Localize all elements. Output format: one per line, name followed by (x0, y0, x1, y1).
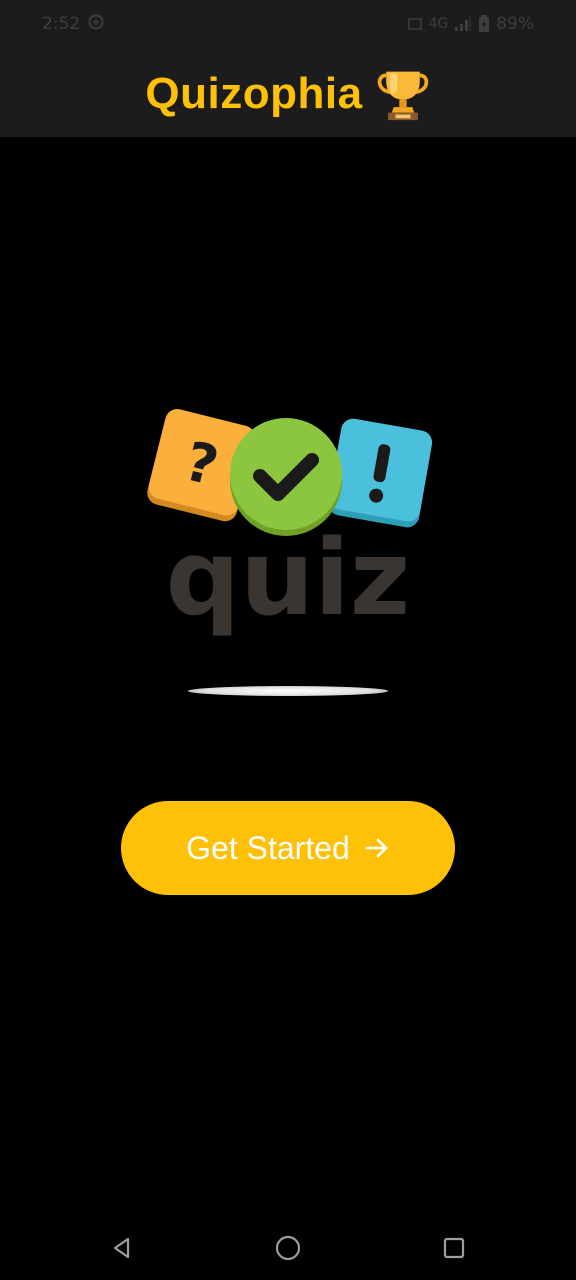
recents-icon (443, 1237, 465, 1259)
volte-icon (408, 18, 423, 30)
quiz-logo: ? quiz (147, 409, 433, 639)
app-title: Quizophia (145, 68, 363, 118)
app-bar: Quizophia (0, 50, 576, 137)
back-button[interactable] (104, 1230, 140, 1266)
sync-icon (88, 14, 104, 30)
exclaim-badge (328, 418, 433, 528)
signal-icon (455, 17, 472, 31)
back-icon (113, 1237, 130, 1259)
battery-percent: 89% (496, 14, 534, 34)
app-title-group: Quizophia (145, 66, 430, 122)
app-screen: 2:52 4G 89% Quizophia ? quiz Get Started (0, 0, 576, 1280)
status-icons: 4G 89% (408, 14, 534, 34)
quiz-wordmark: quiz (166, 517, 411, 639)
get-started-button[interactable]: Get Started (121, 801, 455, 895)
arrow-right-icon (365, 838, 388, 858)
recents-button[interactable] (436, 1230, 472, 1266)
navigation-bar (0, 1216, 576, 1280)
battery-icon (479, 15, 490, 32)
home-icon (275, 1235, 301, 1261)
status-time: 2:52 (42, 14, 81, 34)
status-bar: 2:52 4G 89% (0, 0, 576, 50)
get-started-label: Get Started (186, 829, 350, 866)
logo-shadow (188, 686, 388, 696)
network-type: 4G (428, 16, 449, 32)
home-button[interactable] (270, 1230, 306, 1266)
trophy-icon (377, 71, 428, 120)
